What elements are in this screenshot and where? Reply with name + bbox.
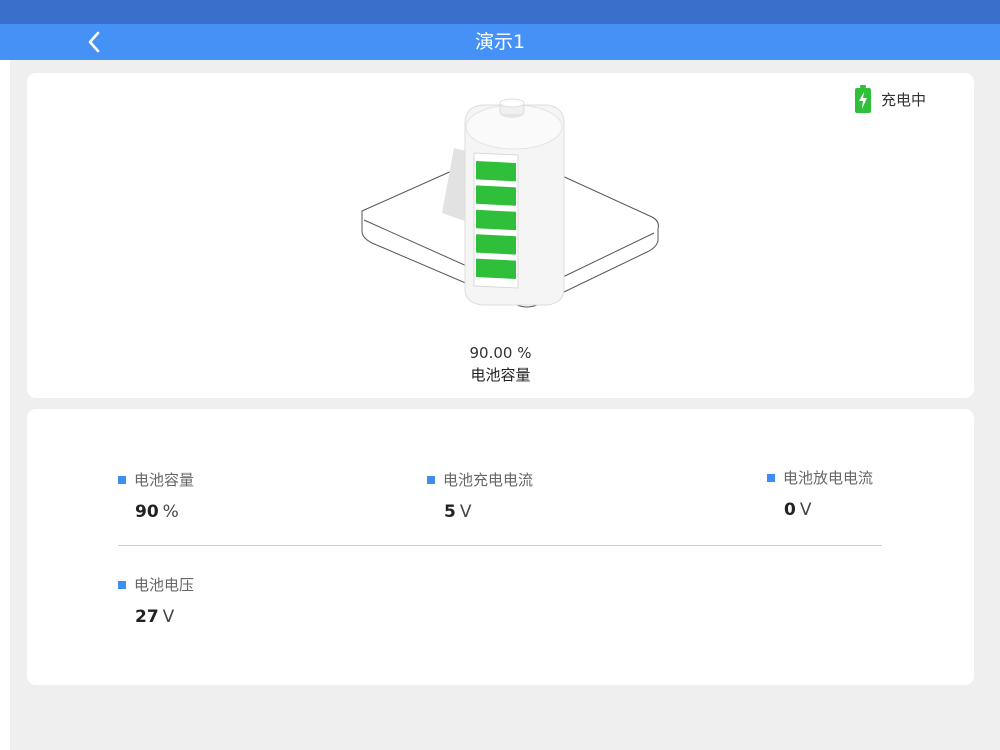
nav-bar: 演示1 [0,24,1000,60]
charging-status: 充电中 [854,84,926,114]
metric-value: 90 [135,502,159,522]
metric-value: 27 [135,607,159,627]
metric-discharge-current: 电池放电电流 0V [767,467,873,520]
metric-battery-voltage: 电池电压 27 V [118,574,194,627]
content-area: 充电中 90.00 % 电池容量 电池容量 90 % 电池充电电流 5 V 电池… [10,60,1000,750]
metric-unit: V [162,607,175,627]
battery-level-bars [476,161,516,279]
metric-charge-current: 电池充电电流 5V [427,469,533,522]
metric-label: 电池放电电流 [783,469,874,487]
capacity-label: 电池容量 [470,366,531,384]
metric-unit: V [459,502,472,522]
capacity-value: 90.00 % [469,344,532,362]
battery-level-segment [476,161,516,182]
metric-value: 5 [444,502,456,522]
charging-status-label: 充电中 [880,90,926,109]
status-bar [0,0,1000,24]
metric-label: 电池电压 [134,576,195,594]
metric-battery-capacity: 电池容量 90% [118,469,194,522]
page-title: 演示1 [474,31,526,53]
divider [118,545,882,546]
battery-status-card: 充电中 90.00 % 电池容量 [27,73,974,398]
metric-unit: % [162,502,179,522]
metric-label: 电池容量 [134,471,195,489]
metric-unit: V [799,500,812,520]
charging-battery-icon [854,85,871,113]
battery-level-segment [476,258,516,279]
battery-level-segment [476,185,516,206]
battery-level-segment [476,209,516,231]
metric-bullet [118,580,126,589]
metric-bullet [767,473,775,482]
battery-metrics-card: 电池容量 90% 电池充电电流 5V 电池放电电流 0V 电池电压 27 V [27,409,974,685]
battery-level-segment [476,234,516,255]
metric-bullet [427,475,435,484]
metric-bullet [118,475,126,484]
metric-label: 电池充电电流 [443,471,534,489]
metric-value: 0 [784,500,796,520]
